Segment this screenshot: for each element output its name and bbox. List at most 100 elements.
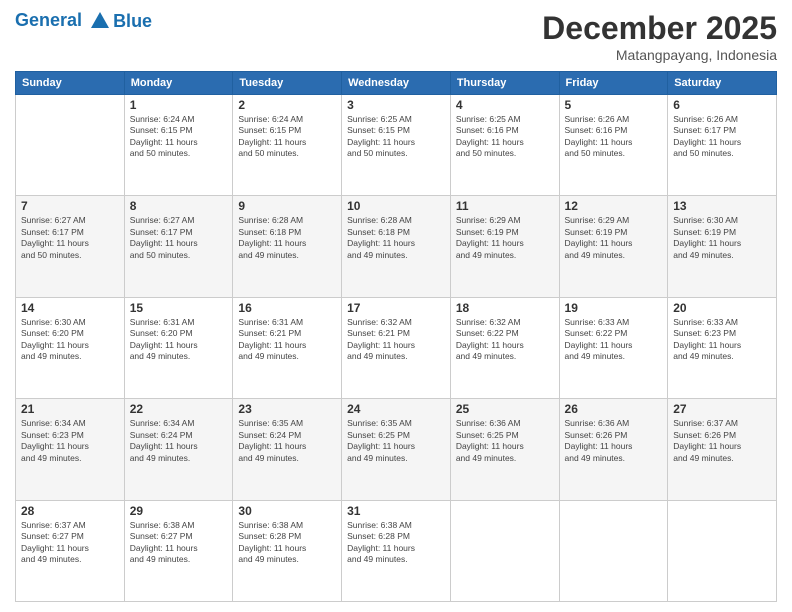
- day-number: 16: [238, 301, 336, 315]
- day-number: 19: [565, 301, 663, 315]
- day-number: 13: [673, 199, 771, 213]
- day-number: 26: [565, 402, 663, 416]
- day-number: 17: [347, 301, 445, 315]
- day-number: 31: [347, 504, 445, 518]
- month-title: December 2025: [542, 10, 777, 47]
- day-info: Sunrise: 6:30 AM Sunset: 6:19 PM Dayligh…: [673, 215, 771, 261]
- calendar-cell: [16, 95, 125, 196]
- calendar-cell: 22Sunrise: 6:34 AM Sunset: 6:24 PM Dayli…: [124, 399, 233, 500]
- day-info: Sunrise: 6:27 AM Sunset: 6:17 PM Dayligh…: [130, 215, 228, 261]
- day-number: 29: [130, 504, 228, 518]
- day-info: Sunrise: 6:27 AM Sunset: 6:17 PM Dayligh…: [21, 215, 119, 261]
- day-info: Sunrise: 6:25 AM Sunset: 6:15 PM Dayligh…: [347, 114, 445, 160]
- calendar-cell: [668, 500, 777, 601]
- weekday-header: Saturday: [668, 72, 777, 95]
- day-number: 18: [456, 301, 554, 315]
- calendar-cell: 6 Sunrise: 6:26 AM Sunset: 6:17 PM Daylig…: [668, 95, 777, 196]
- day-info: Sunrise: 6:28 AM Sunset: 6:18 PM Dayligh…: [238, 215, 336, 261]
- day-number: 5: [565, 98, 663, 112]
- weekday-header: Wednesday: [342, 72, 451, 95]
- day-info: Sunrise: 6:33 AM Sunset: 6:22 PM Dayligh…: [565, 317, 663, 363]
- calendar-cell: 23Sunrise: 6:35 AM Sunset: 6:24 PM Dayli…: [233, 399, 342, 500]
- day-number: 3: [347, 98, 445, 112]
- calendar-week-row: 7 Sunrise: 6:27 AM Sunset: 6:17 PM Daylig…: [16, 196, 777, 297]
- calendar-cell: 16 Sunrise: 6:31 AM Sunset: 6:21 PM Dayli…: [233, 297, 342, 398]
- calendar-cell: 28 Sunrise: 6:37 AM Sunset: 6:27 PM Dayli…: [16, 500, 125, 601]
- day-info: Sunrise: 6:37 AM Sunset: 6:26 PM Dayligh…: [673, 418, 771, 464]
- day-info: Sunrise: 6:32 AM Sunset: 6:21 PM Dayligh…: [347, 317, 445, 363]
- day-number: 9: [238, 199, 336, 213]
- calendar-cell: 3 Sunrise: 6:25 AM Sunset: 6:15 PM Daylig…: [342, 95, 451, 196]
- day-number: 8: [130, 199, 228, 213]
- day-number: 24: [347, 402, 445, 416]
- day-number: 1: [130, 98, 228, 112]
- logo-general: General: [15, 10, 82, 30]
- calendar-cell: 19 Sunrise: 6:33 AM Sunset: 6:22 PM Dayli…: [559, 297, 668, 398]
- day-number: 12: [565, 199, 663, 213]
- calendar-cell: 12 Sunrise: 6:29 AM Sunset: 6:19 PM Dayli…: [559, 196, 668, 297]
- calendar-page: General Blue December 2025 Matangpayang,…: [0, 0, 792, 612]
- day-info: Sunrise: 6:36 AM Sunset: 6:26 PM Dayligh…: [565, 418, 663, 464]
- day-info: Sunrise: 6:38 AM Sunset: 6:28 PM Dayligh…: [238, 520, 336, 566]
- calendar-cell: [559, 500, 668, 601]
- calendar-cell: 29 Sunrise: 6:38 AM Sunset: 6:27 PM Dayli…: [124, 500, 233, 601]
- day-number: 25: [456, 402, 554, 416]
- day-info: Sunrise: 6:31 AM Sunset: 6:21 PM Dayligh…: [238, 317, 336, 363]
- calendar-header-row: SundayMondayTuesdayWednesdayThursdayFrid…: [16, 72, 777, 95]
- weekday-header: Thursday: [450, 72, 559, 95]
- calendar-week-row: 28 Sunrise: 6:37 AM Sunset: 6:27 PM Dayli…: [16, 500, 777, 601]
- day-info: Sunrise: 6:30 AM Sunset: 6:20 PM Dayligh…: [21, 317, 119, 363]
- calendar-body: 1 Sunrise: 6:24 AM Sunset: 6:15 PM Daylig…: [16, 95, 777, 602]
- weekday-header: Sunday: [16, 72, 125, 95]
- calendar-cell: 31 Sunrise: 6:38 AM Sunset: 6:28 PM Dayli…: [342, 500, 451, 601]
- day-info: Sunrise: 6:32 AM Sunset: 6:22 PM Dayligh…: [456, 317, 554, 363]
- day-info: Sunrise: 6:38 AM Sunset: 6:28 PM Dayligh…: [347, 520, 445, 566]
- day-number: 28: [21, 504, 119, 518]
- calendar-cell: 27 Sunrise: 6:37 AM Sunset: 6:26 PM Dayli…: [668, 399, 777, 500]
- day-number: 4: [456, 98, 554, 112]
- day-info: Sunrise: 6:26 AM Sunset: 6:16 PM Dayligh…: [565, 114, 663, 160]
- calendar-cell: 11 Sunrise: 6:29 AM Sunset: 6:19 PM Dayli…: [450, 196, 559, 297]
- weekday-header: Monday: [124, 72, 233, 95]
- day-number: 6: [673, 98, 771, 112]
- day-info: Sunrise: 6:26 AM Sunset: 6:17 PM Dayligh…: [673, 114, 771, 160]
- day-info: Sunrise: 6:37 AM Sunset: 6:27 PM Dayligh…: [21, 520, 119, 566]
- day-number: 2: [238, 98, 336, 112]
- day-info: Sunrise: 6:29 AM Sunset: 6:19 PM Dayligh…: [565, 215, 663, 261]
- day-info: Sunrise: 6:38 AM Sunset: 6:27 PM Dayligh…: [130, 520, 228, 566]
- calendar-cell: 15 Sunrise: 6:31 AM Sunset: 6:20 PM Dayli…: [124, 297, 233, 398]
- day-info: Sunrise: 6:35 AM Sunset: 6:25 PM Dayligh…: [347, 418, 445, 464]
- calendar-cell: 5 Sunrise: 6:26 AM Sunset: 6:16 PM Daylig…: [559, 95, 668, 196]
- day-info: Sunrise: 6:31 AM Sunset: 6:20 PM Dayligh…: [130, 317, 228, 363]
- calendar-cell: [450, 500, 559, 601]
- day-number: 15: [130, 301, 228, 315]
- day-info: Sunrise: 6:33 AM Sunset: 6:23 PM Dayligh…: [673, 317, 771, 363]
- day-info: Sunrise: 6:29 AM Sunset: 6:19 PM Dayligh…: [456, 215, 554, 261]
- title-block: December 2025 Matangpayang, Indonesia: [542, 10, 777, 63]
- calendar-cell: 20 Sunrise: 6:33 AM Sunset: 6:23 PM Dayli…: [668, 297, 777, 398]
- calendar-cell: 30 Sunrise: 6:38 AM Sunset: 6:28 PM Dayli…: [233, 500, 342, 601]
- calendar-cell: 14Sunrise: 6:30 AM Sunset: 6:20 PM Dayli…: [16, 297, 125, 398]
- calendar-cell: 21Sunrise: 6:34 AM Sunset: 6:23 PM Dayli…: [16, 399, 125, 500]
- calendar-cell: 9 Sunrise: 6:28 AM Sunset: 6:18 PM Daylig…: [233, 196, 342, 297]
- location: Matangpayang, Indonesia: [542, 47, 777, 63]
- day-number: 7: [21, 199, 119, 213]
- day-number: 20: [673, 301, 771, 315]
- day-number: 11: [456, 199, 554, 213]
- day-number: 22: [130, 402, 228, 416]
- calendar-cell: 13 Sunrise: 6:30 AM Sunset: 6:19 PM Dayli…: [668, 196, 777, 297]
- calendar-cell: 24 Sunrise: 6:35 AM Sunset: 6:25 PM Dayli…: [342, 399, 451, 500]
- day-info: Sunrise: 6:24 AM Sunset: 6:15 PM Dayligh…: [130, 114, 228, 160]
- calendar-cell: 4 Sunrise: 6:25 AM Sunset: 6:16 PM Daylig…: [450, 95, 559, 196]
- calendar-cell: 10Sunrise: 6:28 AM Sunset: 6:18 PM Dayli…: [342, 196, 451, 297]
- day-number: 10: [347, 199, 445, 213]
- day-info: Sunrise: 6:25 AM Sunset: 6:16 PM Dayligh…: [456, 114, 554, 160]
- calendar-cell: 25Sunrise: 6:36 AM Sunset: 6:25 PM Dayli…: [450, 399, 559, 500]
- calendar-cell: 8 Sunrise: 6:27 AM Sunset: 6:17 PM Daylig…: [124, 196, 233, 297]
- day-number: 23: [238, 402, 336, 416]
- day-info: Sunrise: 6:24 AM Sunset: 6:15 PM Dayligh…: [238, 114, 336, 160]
- day-number: 27: [673, 402, 771, 416]
- calendar-week-row: 1 Sunrise: 6:24 AM Sunset: 6:15 PM Daylig…: [16, 95, 777, 196]
- day-number: 30: [238, 504, 336, 518]
- calendar-week-row: 14Sunrise: 6:30 AM Sunset: 6:20 PM Dayli…: [16, 297, 777, 398]
